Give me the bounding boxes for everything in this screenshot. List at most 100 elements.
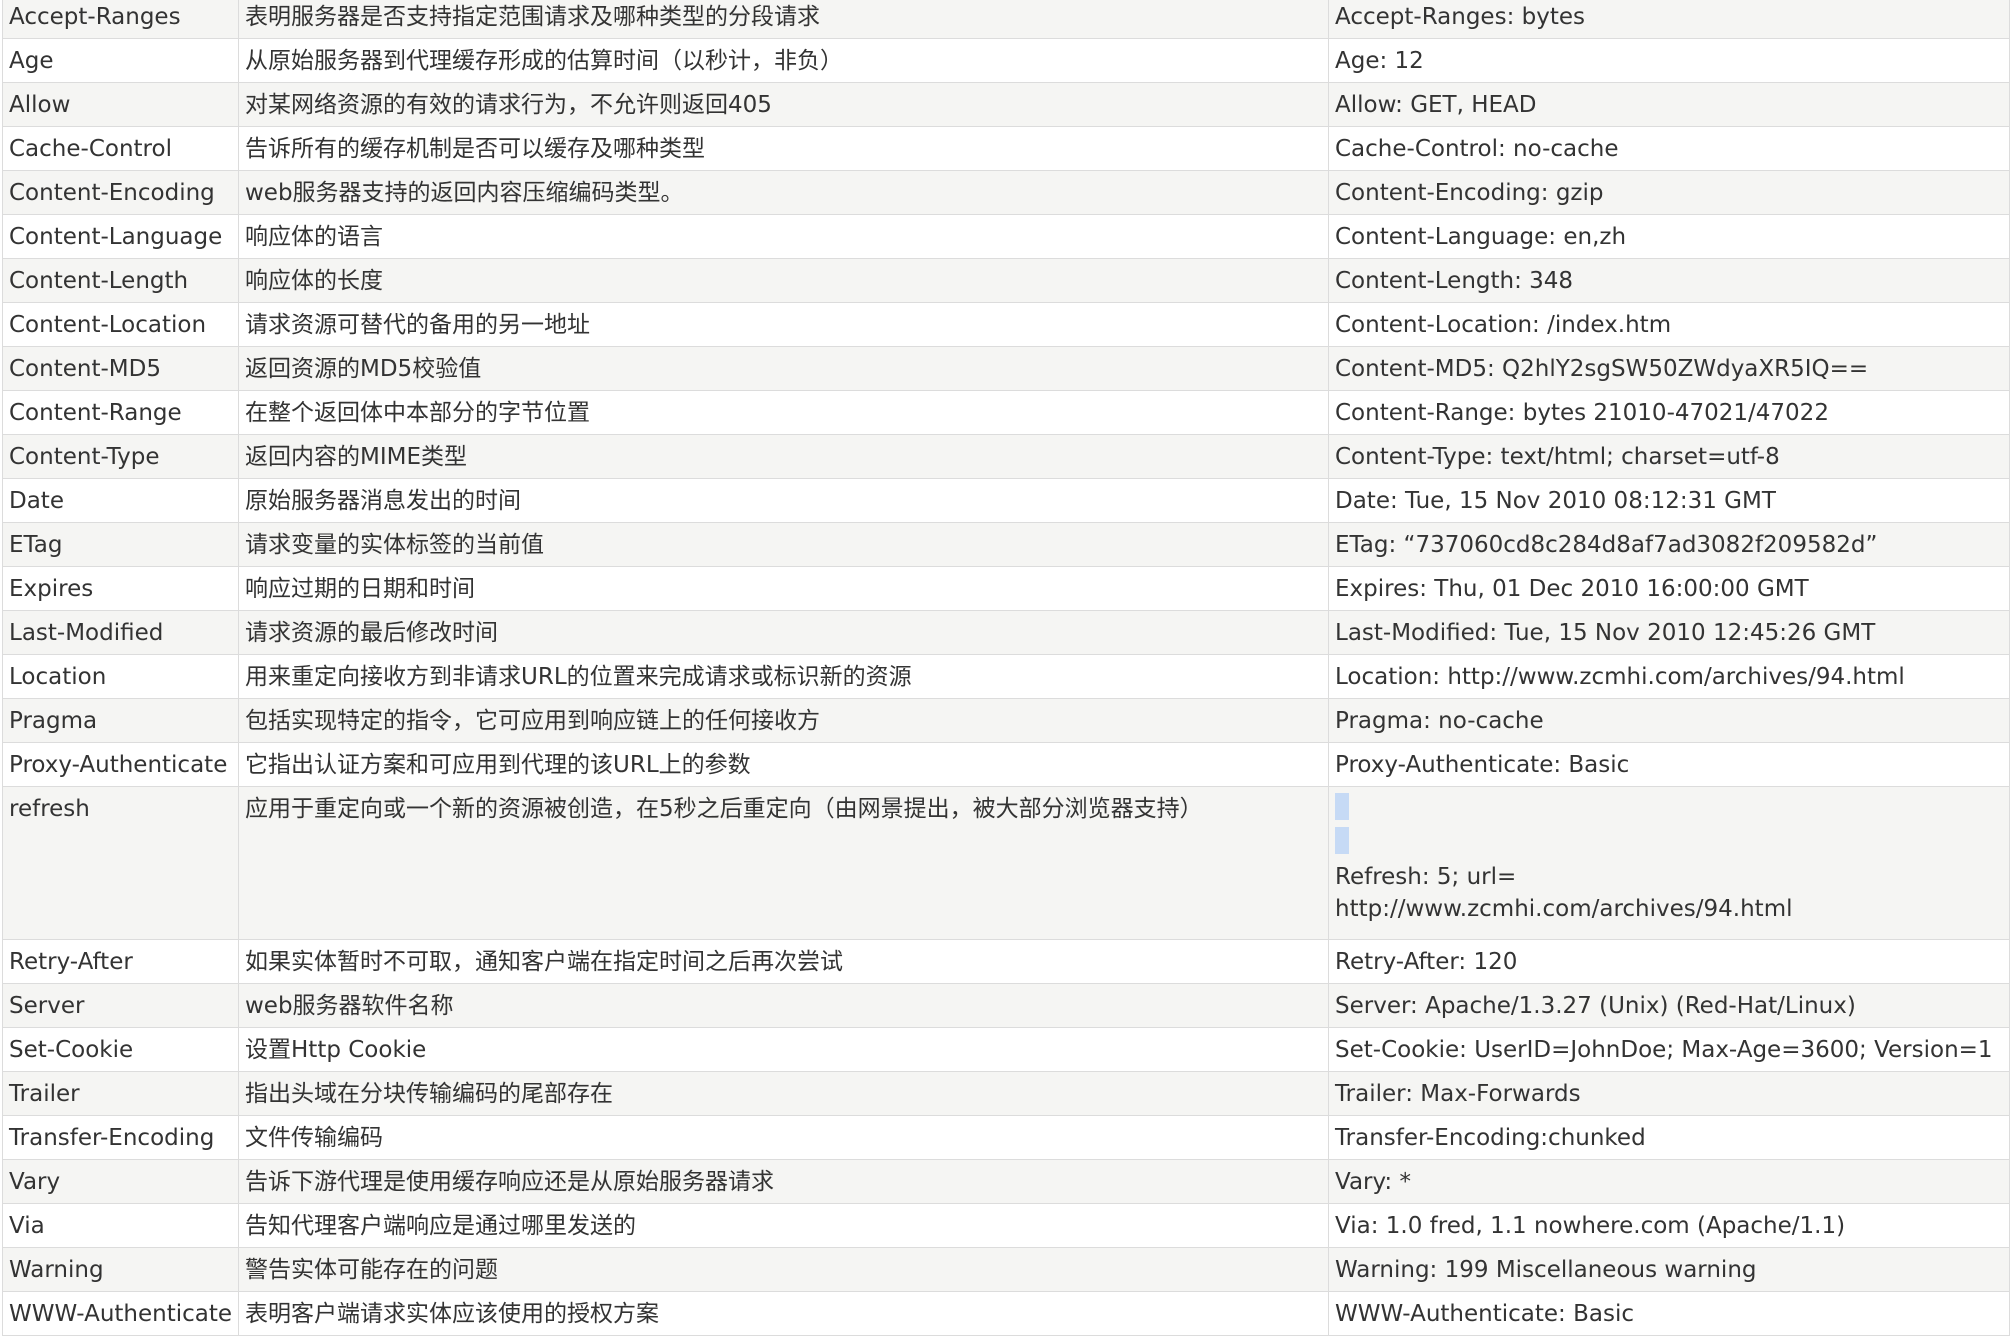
header-example-cell: Content-Length: 348 (1328, 258, 2010, 303)
header-name-cell: Location (2, 654, 239, 699)
http-response-headers-table: Accept-Ranges 表明服务器是否支持指定范围请求及哪种类型的分段请求 … (2, 0, 2010, 1336)
table-row: Content-Range 在整个返回体中本部分的字节位置 Content-Ra… (2, 390, 2010, 435)
header-example-cell: Last-Modified: Tue, 15 Nov 2010 12:45:26… (1328, 610, 2010, 655)
table-row: Content-Type 返回内容的MIME类型 Content-Type: t… (2, 434, 2010, 479)
header-name-cell: refresh (2, 786, 239, 940)
header-name-cell: WWW-Authenticate (2, 1291, 239, 1336)
header-example-cell: WWW-Authenticate: Basic (1328, 1291, 2010, 1336)
header-description-cell: 返回内容的MIME类型 (238, 434, 1329, 479)
header-description-cell: 在整个返回体中本部分的字节位置 (238, 390, 1329, 435)
table-row: ETag 请求变量的实体标签的当前值 ETag: “737060cd8c284d… (2, 522, 2010, 567)
header-name-cell: Proxy-Authenticate (2, 742, 239, 787)
table-row: Transfer-Encoding 文件传输编码 Transfer-Encodi… (2, 1115, 2010, 1160)
example-line: http://www.zcmhi.com/archives/94.html (1335, 896, 1793, 922)
header-example-cell: Transfer-Encoding:chunked (1328, 1115, 2010, 1160)
header-name-cell: Content-Length (2, 258, 239, 303)
header-name-cell: Retry-After (2, 939, 239, 984)
header-name-cell: Content-MD5 (2, 346, 239, 391)
header-example-cell: Content-MD5: Q2hlY2sgSW50ZWdyaXR5IQ== (1328, 346, 2010, 391)
header-description-cell: 警告实体可能存在的问题 (238, 1247, 1329, 1292)
header-name-cell: Age (2, 38, 239, 83)
header-description-cell: 对某网络资源的有效的请求行为，不允许则返回405 (238, 82, 1329, 127)
header-name-cell: Via (2, 1203, 239, 1248)
header-name-cell: Content-Encoding (2, 170, 239, 215)
table-row: Age 从原始服务器到代理缓存形成的估算时间（以秒计，非负） Age: 12 (2, 38, 2010, 83)
header-example-cell[interactable]: Refresh: 5; url= http://www.zcmhi.com/ar… (1328, 786, 2010, 940)
table-row: Content-Encoding web服务器支持的返回内容压缩编码类型。 Co… (2, 170, 2010, 215)
table-body: Accept-Ranges 表明服务器是否支持指定范围请求及哪种类型的分段请求 … (2, 0, 2010, 1336)
header-name-cell: Content-Location (2, 302, 239, 347)
header-description-cell: 从原始服务器到代理缓存形成的估算时间（以秒计，非负） (238, 38, 1329, 83)
header-name-cell: Server (2, 983, 239, 1028)
header-example-cell: Set-Cookie: UserID=JohnDoe; Max-Age=3600… (1328, 1027, 2010, 1072)
table-row: Content-Location 请求资源可替代的备用的另一地址 Content… (2, 302, 2010, 347)
header-name-cell: Trailer (2, 1071, 239, 1116)
header-name-cell: Cache-Control (2, 126, 239, 171)
header-name-cell: Warning (2, 1247, 239, 1292)
table-row: Retry-After 如果实体暂时不可取，通知客户端在指定时间之后再次尝试 R… (2, 939, 2010, 984)
header-example-cell: ETag: “737060cd8c284d8af7ad3082f209582d” (1328, 522, 2010, 567)
header-description-cell: 指出头域在分块传输编码的尾部存在 (238, 1071, 1329, 1116)
header-example-cell: Retry-After: 120 (1328, 939, 2010, 984)
header-description-cell: 表明客户端请求实体应该使用的授权方案 (238, 1291, 1329, 1336)
header-example-cell: Trailer: Max-Forwards (1328, 1071, 2010, 1116)
table-row: Set-Cookie 设置Http Cookie Set-Cookie: Use… (2, 1027, 2010, 1072)
header-description-cell: 用来重定向接收方到非请求URL的位置来完成请求或标识新的资源 (238, 654, 1329, 699)
header-name-cell: Content-Language (2, 214, 239, 259)
header-example-cell: Warning: 199 Miscellaneous warning (1328, 1247, 2010, 1292)
header-description-cell: 返回资源的MD5校验值 (238, 346, 1329, 391)
header-description-cell: 响应过期的日期和时间 (238, 566, 1329, 611)
header-description-cell: 响应体的语言 (238, 214, 1329, 259)
header-name-cell: ETag (2, 522, 239, 567)
table-row: Content-Language 响应体的语言 Content-Language… (2, 214, 2010, 259)
header-description-cell: 文件传输编码 (238, 1115, 1329, 1160)
header-description-cell: 如果实体暂时不可取，通知客户端在指定时间之后再次尝试 (238, 939, 1329, 984)
header-example-cell: Proxy-Authenticate: Basic (1328, 742, 2010, 787)
text-selection-highlight (1335, 827, 1349, 854)
header-description-cell: 请求资源的最后修改时间 (238, 610, 1329, 655)
header-name-cell: Set-Cookie (2, 1027, 239, 1072)
header-name-cell: Last-Modified (2, 610, 239, 655)
header-description-cell: 告诉所有的缓存机制是否可以缓存及哪种类型 (238, 126, 1329, 171)
header-name-cell: Content-Type (2, 434, 239, 479)
table-row: Date 原始服务器消息发出的时间 Date: Tue, 15 Nov 2010… (2, 478, 2010, 523)
header-example-cell: Age: 12 (1328, 38, 2010, 83)
header-example-cell: Location: http://www.zcmhi.com/archives/… (1328, 654, 2010, 699)
header-example-cell: Content-Range: bytes 21010-47021/47022 (1328, 390, 2010, 435)
header-description-cell: web服务器软件名称 (238, 983, 1329, 1028)
table-row: Via 告知代理客户端响应是通过哪里发送的 Via: 1.0 fred, 1.1… (2, 1203, 2010, 1248)
table-row: Expires 响应过期的日期和时间 Expires: Thu, 01 Dec … (2, 566, 2010, 611)
header-name-cell: Accept-Ranges (2, 0, 239, 39)
table-row: Pragma 包括实现特定的指令，它可应用到响应链上的任何接收方 Pragma:… (2, 698, 2010, 743)
header-description-cell: 告诉下游代理是使用缓存响应还是从原始服务器请求 (238, 1159, 1329, 1204)
header-name-cell: Date (2, 478, 239, 523)
header-name-cell: Content-Range (2, 390, 239, 435)
table-row: Proxy-Authenticate 它指出认证方案和可应用到代理的该URL上的… (2, 742, 2010, 787)
header-name-cell: Allow (2, 82, 239, 127)
table-row: Trailer 指出头域在分块传输编码的尾部存在 Trailer: Max-Fo… (2, 1071, 2010, 1116)
header-name-cell: Transfer-Encoding (2, 1115, 239, 1160)
header-example-cell: Server: Apache/1.3.27 (Unix) (Red-Hat/Li… (1328, 983, 2010, 1028)
table-row: Last-Modified 请求资源的最后修改时间 Last-Modified:… (2, 610, 2010, 655)
header-description-cell: web服务器支持的返回内容压缩编码类型。 (238, 170, 1329, 215)
header-example-cell: Cache-Control: no-cache (1328, 126, 2010, 171)
header-description-cell: 包括实现特定的指令，它可应用到响应链上的任何接收方 (238, 698, 1329, 743)
table-row: Server web服务器软件名称 Server: Apache/1.3.27 … (2, 983, 2010, 1028)
header-example-cell: Content-Language: en,zh (1328, 214, 2010, 259)
table-row: Allow 对某网络资源的有效的请求行为，不允许则返回405 Allow: GE… (2, 82, 2010, 127)
table-row: Vary 告诉下游代理是使用缓存响应还是从原始服务器请求 Vary: * (2, 1159, 2010, 1204)
table-row: Warning 警告实体可能存在的问题 Warning: 199 Miscell… (2, 1247, 2010, 1292)
header-description-cell: 设置Http Cookie (238, 1027, 1329, 1072)
header-description-cell: 响应体的长度 (238, 258, 1329, 303)
header-example-cell: Pragma: no-cache (1328, 698, 2010, 743)
header-description-cell: 它指出认证方案和可应用到代理的该URL上的参数 (238, 742, 1329, 787)
header-example-cell: Expires: Thu, 01 Dec 2010 16:00:00 GMT (1328, 566, 2010, 611)
text-selection-highlight (1335, 793, 1349, 820)
header-description-cell: 请求资源可替代的备用的另一地址 (238, 302, 1329, 347)
header-example-cell: Allow: GET, HEAD (1328, 82, 2010, 127)
table-row: Content-MD5 返回资源的MD5校验值 Content-MD5: Q2h… (2, 346, 2010, 391)
http-response-headers-table-container: Accept-Ranges 表明服务器是否支持指定范围请求及哪种类型的分段请求 … (2, 0, 2010, 1336)
header-name-cell: Vary (2, 1159, 239, 1204)
header-example-cell: Via: 1.0 fred, 1.1 nowhere.com (Apache/1… (1328, 1203, 2010, 1248)
header-description-cell: 请求变量的实体标签的当前值 (238, 522, 1329, 567)
